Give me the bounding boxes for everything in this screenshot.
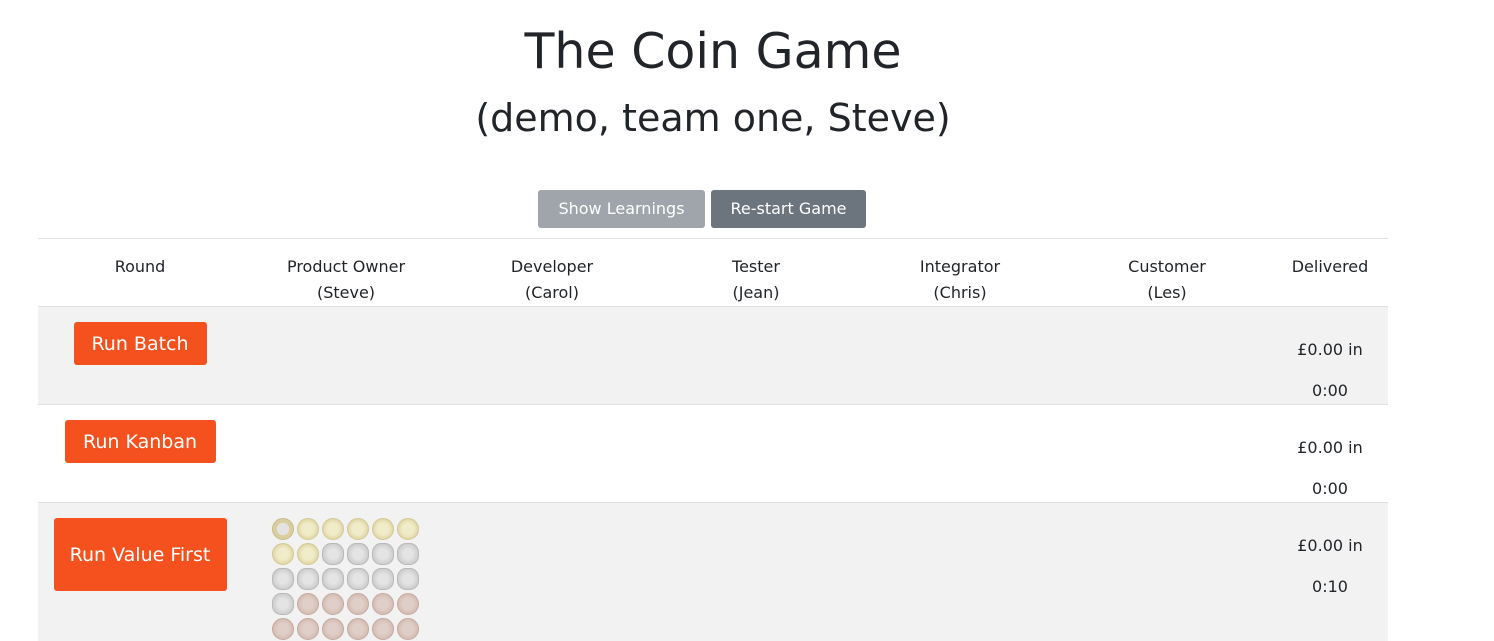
delivered-cell: £0.00 in 0:00 (1272, 404, 1388, 503)
run-kanban-button[interactable]: Run Kanban (64, 420, 216, 463)
delivered-time: 0:00 (1312, 479, 1348, 498)
integrator-cell (858, 502, 1062, 641)
delivered-time: 0:00 (1312, 381, 1348, 400)
round-cell: Run Batch (38, 306, 242, 405)
coin-icon[interactable] (372, 518, 394, 540)
integrator-cell (858, 306, 1062, 405)
column-header-product-owner: Product Owner (Steve) (242, 238, 450, 307)
product-owner-cell (242, 502, 450, 641)
coin-icon[interactable] (372, 593, 394, 615)
delivered-amount: £0.00 in (1297, 340, 1363, 359)
column-header-person: (Steve) (316, 283, 376, 302)
run-value-first-button[interactable]: Run Value First (53, 518, 227, 591)
product-owner-cell (242, 306, 450, 405)
developer-cell (450, 306, 654, 405)
coin-icon[interactable] (347, 543, 369, 565)
delivered-cell: £0.00 in 0:10 (1272, 502, 1388, 641)
coin-icon[interactable] (372, 568, 394, 590)
coin-icon[interactable] (322, 518, 344, 540)
coin-icon[interactable] (347, 593, 369, 615)
coin-icon[interactable] (322, 543, 344, 565)
page-title: The Coin Game (524, 23, 902, 80)
tester-cell (654, 502, 858, 641)
delivered-amount: £0.00 in (1297, 438, 1363, 457)
game-board-table: Round Product Owner (Steve) Developer (Car… (38, 238, 1388, 641)
column-header-label: Integrator (919, 257, 1001, 276)
column-header-person: (Chris) (933, 283, 987, 302)
restart-game-button[interactable]: Re-start Game (711, 190, 866, 228)
coin-icon[interactable] (272, 568, 294, 590)
column-header-customer: Customer (Les) (1062, 238, 1272, 307)
column-header-tester: Tester (Jean) (654, 238, 858, 307)
column-header-person: (Carol) (525, 283, 579, 302)
column-header-label: Delivered (1291, 257, 1369, 276)
table-header-row: Round Product Owner (Steve) Developer (Car… (38, 238, 1388, 307)
coin-icon[interactable] (297, 518, 319, 540)
column-header-label: Developer (510, 257, 594, 276)
developer-cell (450, 502, 654, 641)
round-cell: Run Value First (38, 502, 242, 641)
coin-icon[interactable] (272, 518, 294, 540)
column-header-label: Round (114, 257, 166, 276)
delivered-amount: £0.00 in (1297, 536, 1363, 555)
coin-icon[interactable] (397, 568, 419, 590)
coin-icon[interactable] (347, 618, 369, 640)
column-header-integrator: Integrator (Chris) (858, 238, 1062, 307)
coin-icon[interactable] (272, 593, 294, 615)
coin-icon[interactable] (322, 593, 344, 615)
coin-icon[interactable] (322, 618, 344, 640)
tester-cell (654, 306, 858, 405)
page-subtitle: (demo, team one, Steve) (475, 96, 951, 140)
coin-icon[interactable] (397, 518, 419, 540)
coin-icon[interactable] (397, 618, 419, 640)
column-header-round: Round (38, 238, 242, 307)
column-header-person: (Les) (1147, 283, 1187, 302)
coin-icon[interactable] (372, 543, 394, 565)
table-row-value-first: Run Value First £0.00 in 0:10 (38, 502, 1388, 641)
coin-icon[interactable] (347, 518, 369, 540)
column-header-developer: Developer (Carol) (450, 238, 654, 307)
integrator-cell (858, 404, 1062, 503)
coin-icon[interactable] (297, 543, 319, 565)
developer-cell (450, 404, 654, 503)
game-controls: Show Learnings Re-start Game (538, 190, 866, 228)
coin-icon[interactable] (297, 568, 319, 590)
coin-icon[interactable] (272, 618, 294, 640)
coin-icon[interactable] (347, 568, 369, 590)
product-owner-coin-stack (271, 517, 421, 641)
coin-icon[interactable] (372, 618, 394, 640)
delivered-time: 0:10 (1312, 577, 1348, 596)
customer-cell (1062, 306, 1272, 405)
coin-icon[interactable] (272, 543, 294, 565)
column-header-person: (Jean) (732, 283, 780, 302)
column-header-label: Tester (732, 257, 780, 276)
coin-icon[interactable] (397, 593, 419, 615)
round-cell: Run Kanban (38, 404, 242, 503)
table-row-batch: Run Batch £0.00 in 0:00 (38, 306, 1388, 405)
tester-cell (654, 404, 858, 503)
coin-icon[interactable] (397, 543, 419, 565)
customer-cell (1062, 404, 1272, 503)
coin-icon[interactable] (322, 568, 344, 590)
product-owner-cell (242, 404, 450, 503)
coin-game-page: The Coin Game (demo, team one, Steve) Sh… (0, 0, 1494, 641)
column-header-label: Product Owner (286, 257, 406, 276)
coin-icon[interactable] (297, 618, 319, 640)
run-batch-button[interactable]: Run Batch (73, 322, 207, 365)
column-header-delivered: Delivered (1272, 238, 1388, 307)
show-learnings-button[interactable]: Show Learnings (538, 190, 705, 228)
coin-icon[interactable] (297, 593, 319, 615)
delivered-cell: £0.00 in 0:00 (1272, 306, 1388, 405)
table-row-kanban: Run Kanban £0.00 in 0:00 (38, 404, 1388, 503)
column-header-label: Customer (1128, 257, 1206, 276)
customer-cell (1062, 502, 1272, 641)
